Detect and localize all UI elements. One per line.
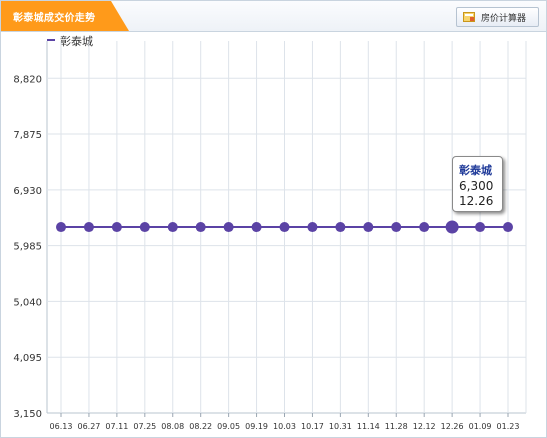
data-point bbox=[167, 222, 178, 233]
x-tick-label: 12.12 bbox=[413, 422, 436, 431]
y-tick-label: 4,095 bbox=[13, 353, 42, 364]
data-point bbox=[503, 222, 513, 233]
y-tick-label: 3,150 bbox=[13, 409, 42, 420]
y-tick-label: 7,875 bbox=[13, 130, 42, 141]
x-tick-label: 01.09 bbox=[469, 422, 492, 431]
tooltip-series-name: 彰泰城 bbox=[459, 164, 492, 177]
data-point bbox=[223, 222, 234, 233]
tooltip-value: 6,300 bbox=[459, 179, 494, 193]
data-point bbox=[56, 222, 66, 233]
x-tick-label: 09.19 bbox=[245, 422, 268, 431]
data-point bbox=[363, 222, 374, 233]
x-tick-label: 10.31 bbox=[329, 422, 352, 431]
x-tick-label: 08.08 bbox=[161, 422, 184, 431]
data-point bbox=[307, 222, 318, 233]
data-point bbox=[335, 222, 346, 233]
data-point bbox=[475, 222, 486, 233]
line-chart: 3,150 4,095 5,040 5,985 6,930 7,875 8,820 06.1… bbox=[13, 41, 527, 431]
y-tick-label: 5,040 bbox=[13, 297, 42, 308]
y-tick-label: 6,930 bbox=[13, 186, 42, 197]
chart-panel: 彰泰城成交价走势 房价计算器 彰泰城 3,150 4,095 5,040 5,985 6… bbox=[0, 0, 547, 438]
data-point bbox=[279, 222, 290, 233]
tooltip-date: 12.26 bbox=[459, 194, 494, 208]
x-tick-label: 12.26 bbox=[441, 422, 464, 431]
x-tick-label: 06.13 bbox=[50, 422, 73, 431]
x-tick-label: 11.28 bbox=[385, 422, 408, 431]
x-tick-label: 01.23 bbox=[497, 422, 520, 431]
y-tick-label: 8,820 bbox=[13, 74, 42, 85]
series-line bbox=[56, 220, 513, 234]
data-point bbox=[419, 222, 430, 233]
x-tick-label: 07.11 bbox=[105, 422, 128, 431]
data-point bbox=[391, 222, 402, 233]
y-tick-label: 5,985 bbox=[13, 242, 42, 253]
x-tick-label: 10.03 bbox=[273, 422, 296, 431]
data-point bbox=[445, 220, 459, 234]
y-axis-ticks: 3,150 4,095 5,040 5,985 6,930 7,875 8,820 bbox=[13, 74, 42, 420]
data-point bbox=[251, 222, 262, 233]
data-point bbox=[139, 222, 150, 233]
data-point bbox=[111, 222, 122, 233]
x-tick-label: 06.27 bbox=[77, 422, 100, 431]
x-axis-ticks: 06.13 06.27 07.11 07.25 08.08 08.22 09.05 09.19… bbox=[50, 422, 520, 431]
x-tick-label: 11.14 bbox=[357, 422, 380, 431]
data-point bbox=[83, 222, 94, 233]
data-point bbox=[195, 222, 206, 233]
x-tick-label: 10.17 bbox=[301, 422, 324, 431]
x-tick-label: 09.05 bbox=[217, 422, 240, 431]
x-tick-label: 08.22 bbox=[189, 422, 212, 431]
data-tooltip: 彰泰城 6,300 12.26 bbox=[452, 156, 503, 212]
x-tick-label: 07.25 bbox=[133, 422, 156, 431]
